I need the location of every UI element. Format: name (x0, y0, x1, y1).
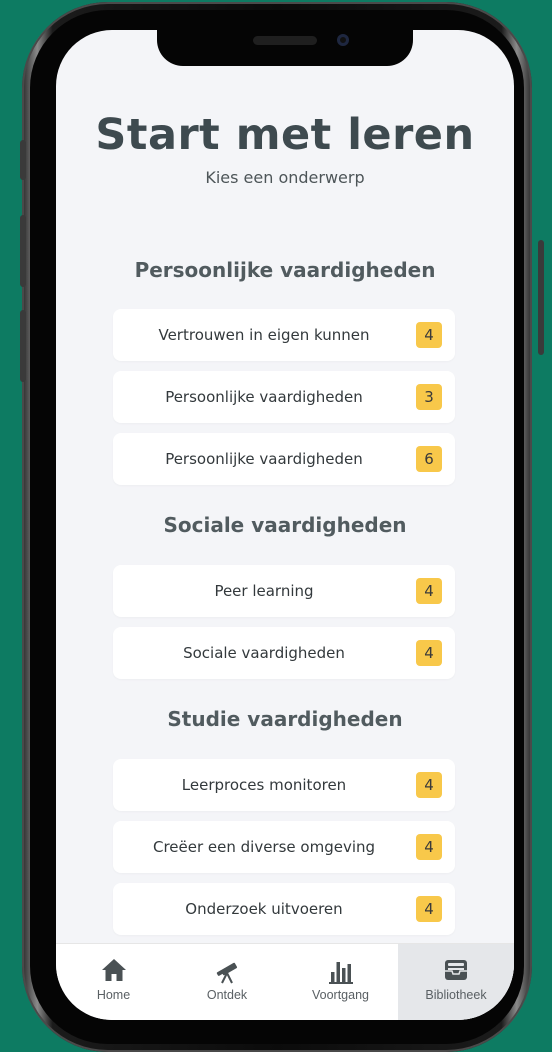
speaker (253, 36, 317, 45)
topic-label: Persoonlijke vaardigheden (165, 388, 363, 406)
home-icon (56, 958, 171, 984)
app-screen: Start met leren Kies een onderwerp Perso… (56, 30, 514, 1020)
topic-card[interactable]: Leerproces monitoren 4 (113, 759, 455, 811)
tab-voortgang[interactable]: Voortgang (283, 944, 398, 1020)
tab-home[interactable]: Home (56, 944, 171, 1020)
tab-label: Voortgang (312, 988, 369, 1002)
section-title-studie: Studie vaardigheden (167, 707, 403, 731)
volume-up-button (20, 215, 26, 287)
power-button (538, 240, 544, 355)
tab-label: Bibliotheek (425, 988, 487, 1002)
tab-label: Home (96, 988, 131, 1002)
topic-label: Vertrouwen in eigen kunnen (158, 326, 370, 344)
telescope-icon (171, 958, 283, 984)
topic-label: Peer learning (214, 582, 314, 600)
topic-card[interactable]: Persoonlijke vaardigheden 3 (113, 371, 455, 423)
topic-card[interactable]: Persoonlijke vaardigheden 6 (113, 433, 455, 485)
count-badge: 4 (416, 772, 442, 798)
count-badge: 3 (416, 384, 442, 410)
count-badge: 4 (416, 640, 442, 666)
page-title: Start met leren (95, 110, 475, 160)
topic-card[interactable]: Sociale vaardigheden 4 (113, 627, 455, 679)
topic-card[interactable]: Vertrouwen in eigen kunnen 4 (113, 309, 455, 361)
topic-card[interactable]: Onderzoek uitvoeren 4 (113, 883, 455, 935)
tab-label: Ontdek (206, 988, 248, 1002)
count-badge: 4 (416, 834, 442, 860)
count-badge: 4 (416, 322, 442, 348)
topic-label: Persoonlijke vaardigheden (165, 450, 363, 468)
tab-ontdek[interactable]: Ontdek (171, 944, 283, 1020)
bottom-tab-bar: Home Ontdek Voortgang Bibliotheek (56, 943, 514, 1020)
bar-chart-icon (283, 958, 398, 984)
topic-label: Leerproces monitoren (181, 776, 347, 794)
count-badge: 4 (416, 578, 442, 604)
topic-card[interactable]: Peer learning 4 (113, 565, 455, 617)
topic-label: Sociale vaardigheden (183, 644, 345, 662)
topic-card[interactable]: Creëer een diverse omgeving 4 (113, 821, 455, 873)
topic-label: Creëer een diverse omgeving (152, 838, 376, 856)
tab-bibliotheek[interactable]: Bibliotheek (398, 944, 514, 1020)
section-title-persoonlijke: Persoonlijke vaardigheden (134, 258, 436, 282)
count-badge: 4 (416, 896, 442, 922)
front-camera (337, 34, 349, 46)
archive-box-icon (398, 958, 514, 984)
mute-switch (20, 140, 26, 180)
notch (157, 30, 413, 66)
volume-down-button (20, 310, 26, 382)
count-badge: 6 (416, 446, 442, 472)
topic-label: Onderzoek uitvoeren (185, 900, 343, 918)
section-title-sociale: Sociale vaardigheden (163, 513, 407, 537)
page-subtitle: Kies een onderwerp (205, 168, 365, 187)
